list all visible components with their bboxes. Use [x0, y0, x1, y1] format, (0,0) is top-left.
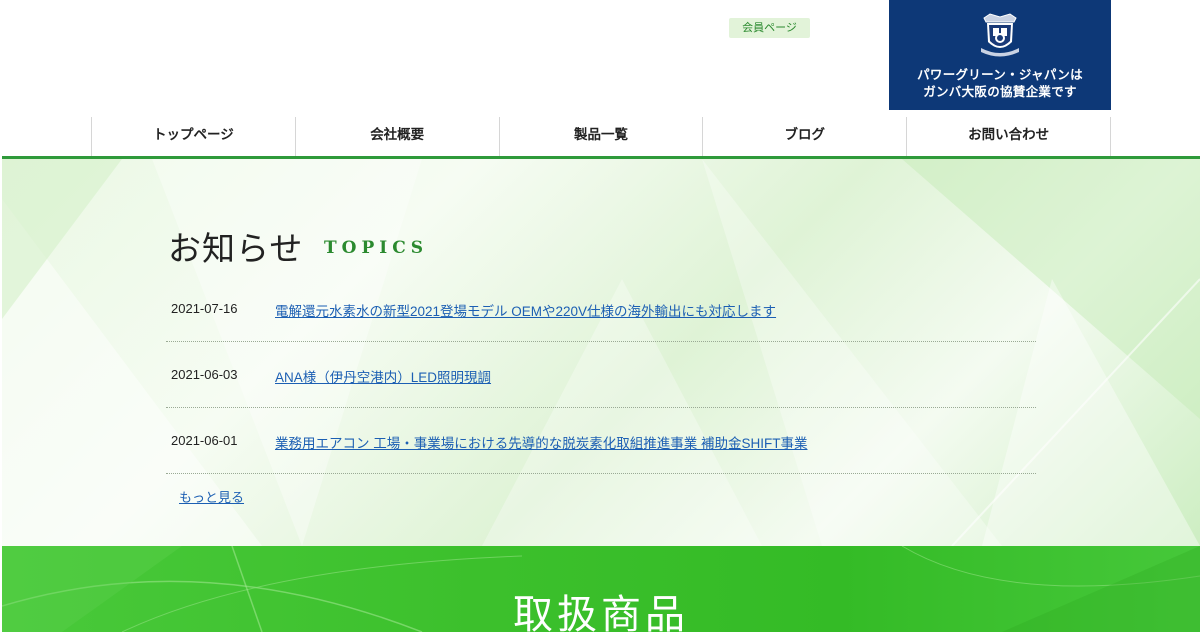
- nav-item-company[interactable]: 会社概要: [294, 117, 499, 157]
- nav-item-products[interactable]: 製品一覧: [498, 117, 703, 157]
- products-banner: 取扱商品: [2, 546, 1200, 632]
- news-date: 2021-06-03: [171, 367, 238, 382]
- gamba-osaka-emblem-icon: [981, 13, 1019, 57]
- nav-item-blog[interactable]: ブログ: [702, 117, 906, 157]
- news-list: 2021-07-16 電解還元水素水の新型2021登場モデル OEMや220V仕…: [166, 276, 1036, 474]
- news-link[interactable]: 電解還元水素水の新型2021登場モデル OEMや220V仕様の海外輸出にも対応し…: [275, 300, 776, 320]
- sponsor-text-line2: ガンバ大阪の協賛企業です: [923, 84, 1077, 99]
- news-date: 2021-06-01: [171, 433, 238, 448]
- more-news-link[interactable]: もっと見る: [179, 487, 244, 506]
- nav-item-top[interactable]: トップページ: [91, 117, 295, 157]
- products-title: 取扱商品: [513, 592, 689, 632]
- topics-subtitle: TOPICS: [324, 238, 429, 258]
- nav-item-contact[interactable]: お問い合わせ: [906, 117, 1111, 157]
- news-item: 2021-07-16 電解還元水素水の新型2021登場モデル OEMや220V仕…: [166, 276, 1036, 342]
- news-date: 2021-07-16: [171, 301, 238, 316]
- global-nav: トップページ 会社概要 製品一覧 ブログ お問い合わせ: [91, 117, 1111, 157]
- news-item: 2021-06-03 ANA様（伊丹空港内）LED照明現調: [166, 342, 1036, 408]
- topics-title: お知らせ: [168, 229, 304, 268]
- news-item: 2021-06-01 業務用エアコン 工場・事業場における先導的な脱炭素化取組推…: [166, 408, 1036, 474]
- member-page-button[interactable]: 会員ページ: [729, 18, 810, 38]
- news-link[interactable]: ANA様（伊丹空港内）LED照明現調: [275, 366, 491, 386]
- news-link[interactable]: 業務用エアコン 工場・事業場における先導的な脱炭素化取組推進事業 補助金SHIF…: [275, 432, 808, 452]
- gamba-osaka-sponsor-banner[interactable]: パワーグリーン・ジャパンは ガンバ大阪の協賛企業です: [889, 0, 1111, 110]
